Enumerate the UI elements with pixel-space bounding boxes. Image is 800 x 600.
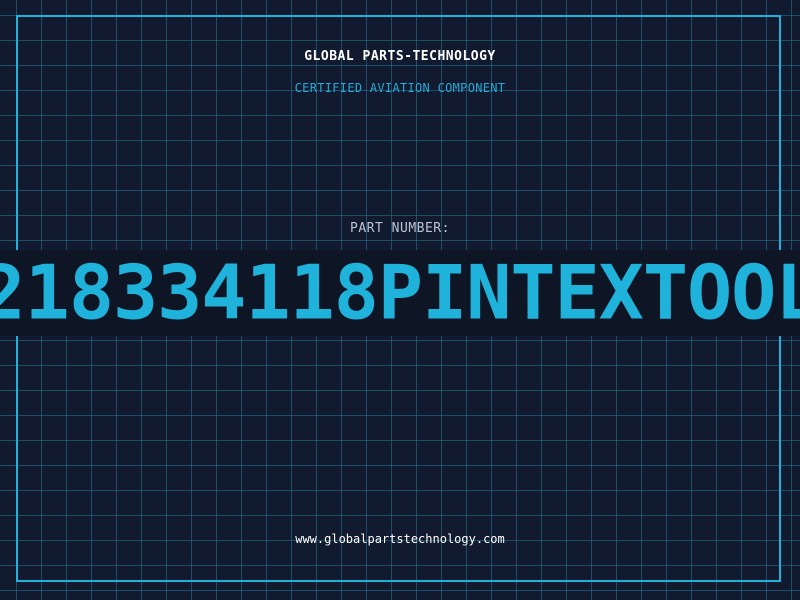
company-name: GLOBAL PARTS-TECHNOLOGY bbox=[304, 49, 496, 64]
website-url: www.globalpartstechnology.com bbox=[295, 532, 505, 546]
part-number-band: 218334118PINTEXTOOL bbox=[0, 250, 800, 336]
certification-tagline: CERTIFIED AVIATION COMPONENT bbox=[294, 81, 506, 95]
part-number-label: PART NUMBER: bbox=[350, 221, 450, 236]
part-number-value: 218334118PINTEXTOOL bbox=[0, 250, 800, 336]
